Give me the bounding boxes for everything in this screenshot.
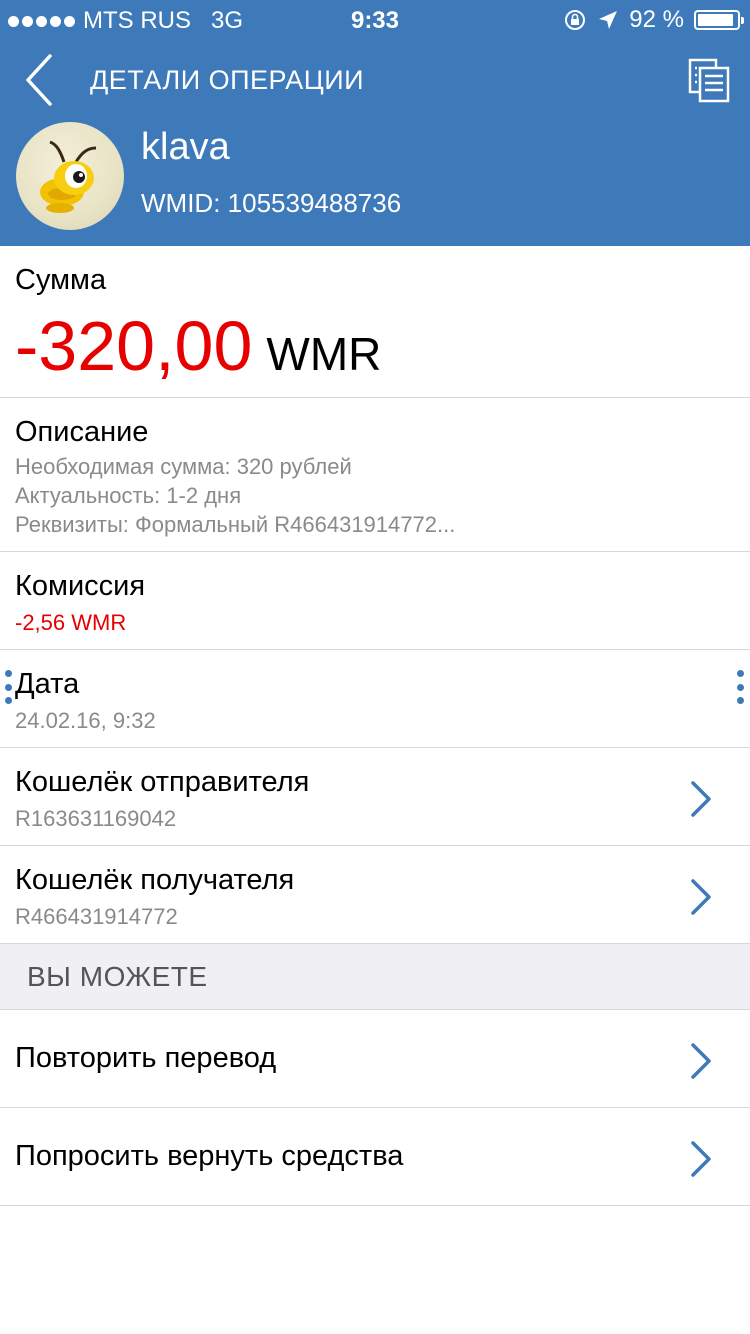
amount-row: Сумма -320,00 WMR — [0, 246, 750, 398]
user-name: klava — [141, 126, 230, 168]
amount-value: -320,00 WMR — [15, 306, 381, 386]
description-label: Описание — [15, 416, 149, 448]
chevron-left-icon — [26, 54, 52, 106]
document-list-icon — [688, 58, 730, 103]
description-row[interactable]: Описание Необходимая сумма: 320 рублей А… — [0, 398, 750, 552]
date-row: Дата 24.02.16, 9:32 — [0, 650, 750, 748]
chevron-right-icon — [691, 1043, 711, 1079]
amount-number: -320,00 — [15, 307, 253, 385]
text-selection-handle-left[interactable] — [4, 670, 12, 704]
sender-wallet-row[interactable]: Кошелёк отправителя R163631169042 — [0, 748, 750, 846]
request-refund-button[interactable]: Попросить вернуть средства — [0, 1108, 750, 1206]
date-label: Дата — [15, 668, 80, 700]
bee-mascot-icon — [40, 140, 97, 213]
description-line: Актуальность: 1-2 дня — [15, 483, 242, 508]
status-bar: MTS RUS 3G 9:33 92 % — [0, 0, 750, 40]
chevron-right-icon — [691, 1141, 711, 1177]
actions-section-title: ВЫ МОЖЕТЕ — [27, 961, 208, 992]
amount-label: Сумма — [15, 264, 107, 296]
chevron-right-icon — [691, 781, 711, 817]
text-selection-handle-right[interactable] — [736, 670, 744, 704]
page-title: ДЕТАЛИ ОПЕРАЦИИ — [90, 65, 365, 95]
back-button[interactable] — [20, 52, 60, 108]
commission-value: -2,56 WMR — [15, 610, 127, 635]
description-line: Необходимая сумма: 320 рублей — [15, 454, 352, 479]
header: ДЕТАЛИ ОПЕРАЦИИ klava WMID: 105539488736 — [0, 40, 750, 246]
recipient-wallet-row[interactable]: Кошелёк получателя R466431914772 — [0, 846, 750, 944]
rotation-lock-icon — [565, 10, 586, 30]
repeat-transfer-label: Повторить перевод — [15, 1042, 277, 1074]
commission-label: Комиссия — [15, 570, 146, 602]
status-bar-right: 92 % — [563, 6, 744, 34]
document-list-button[interactable] — [686, 58, 732, 104]
repeat-transfer-button[interactable]: Повторить перевод — [0, 1010, 750, 1108]
date-value: 24.02.16, 9:32 — [15, 708, 156, 733]
battery-percent: 92 % — [629, 6, 684, 33]
request-refund-label: Попросить вернуть средства — [15, 1140, 404, 1172]
amount-currency: WMR — [266, 328, 382, 380]
description-line: Реквизиты: Формальный R466431914772... — [15, 512, 456, 537]
avatar[interactable] — [16, 122, 124, 230]
actions-section-header: ВЫ МОЖЕТЕ — [0, 944, 750, 1010]
battery-icon — [694, 10, 744, 30]
sender-wallet-value: R163631169042 — [15, 806, 177, 831]
recipient-wallet-value: R466431914772 — [15, 904, 178, 929]
recipient-wallet-label: Кошелёк получателя — [15, 864, 295, 896]
chevron-right-icon — [691, 879, 711, 915]
sender-wallet-label: Кошелёк отправителя — [15, 766, 310, 798]
location-arrow-icon — [599, 11, 618, 29]
user-wmid: WMID: 105539488736 — [141, 188, 402, 218]
commission-row: Комиссия -2,56 WMR — [0, 552, 750, 650]
